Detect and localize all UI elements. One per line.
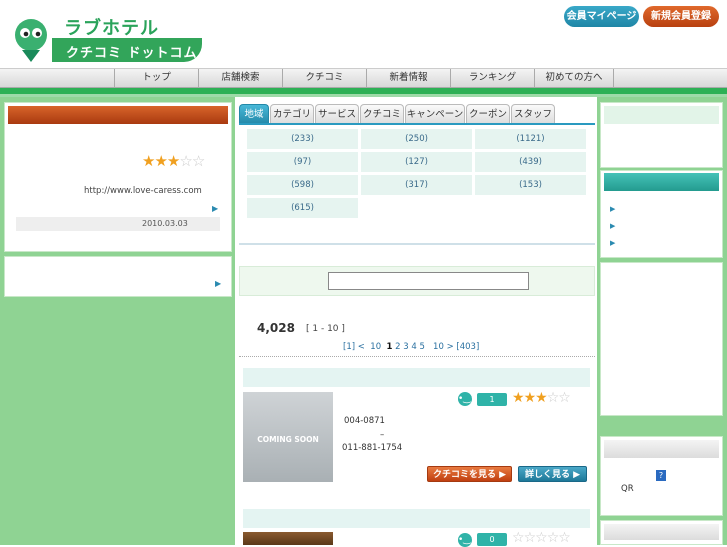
star-empty-icon: ☆ bbox=[523, 530, 537, 546]
star-empty-icon: ☆ bbox=[179, 152, 192, 170]
help-icon[interactable]: ? bbox=[656, 470, 666, 481]
region-cell[interactable]: (153) bbox=[475, 175, 586, 195]
qr-label: QR bbox=[621, 484, 634, 494]
region-cell[interactable]: (1121) bbox=[475, 129, 586, 149]
right-panel-5-header bbox=[604, 524, 719, 540]
star-empty-icon: ☆ bbox=[546, 530, 560, 546]
star-icon: ★ bbox=[166, 152, 180, 170]
link-arrow-icon[interactable]: ▶ bbox=[610, 239, 615, 247]
item-tel: 011-881-1754 bbox=[342, 443, 403, 453]
featured-panel-header bbox=[8, 106, 228, 124]
page-link[interactable]: 5 bbox=[420, 342, 425, 352]
main-nav: トップ 店舗検索 クチコミ 新着情報 ランキング 初めての方へ bbox=[0, 68, 727, 88]
featured-url[interactable]: http://www.love-caress.com bbox=[84, 186, 202, 196]
page-link[interactable]: 4 bbox=[411, 342, 416, 352]
logo-subtitle: クチコミ ドットコム bbox=[66, 46, 198, 61]
divider-dotted bbox=[239, 356, 595, 357]
star-empty-icon: ☆ bbox=[512, 530, 525, 546]
comment-icon: •‿• bbox=[458, 392, 476, 406]
nav-top[interactable]: トップ bbox=[114, 69, 198, 87]
page-ten-back[interactable]: 10 bbox=[370, 342, 381, 352]
item-rating: ★★★☆☆ bbox=[512, 390, 571, 406]
star-empty-icon: ☆ bbox=[535, 530, 548, 546]
tab-bar bbox=[239, 123, 595, 125]
pagination: [1] < 10 1 2 3 4 5 10 > [403] bbox=[343, 342, 479, 352]
region-cell[interactable]: (127) bbox=[361, 152, 472, 172]
page-ten-next[interactable]: 10 bbox=[433, 342, 444, 352]
region-cell[interactable]: (97) bbox=[247, 152, 358, 172]
page-next[interactable]: > bbox=[447, 342, 454, 352]
item-header[interactable] bbox=[243, 509, 590, 528]
link-arrow-icon[interactable]: ▶ bbox=[610, 222, 615, 230]
right-panel-2-header bbox=[604, 173, 719, 191]
star-empty-icon: ☆ bbox=[191, 152, 205, 170]
featured-arrow-icon[interactable]: ▶ bbox=[212, 204, 218, 213]
comment-count: 0 bbox=[477, 533, 507, 546]
register-button[interactable]: 新規会員登録 bbox=[643, 6, 719, 27]
tab-campaign[interactable]: キャンペーン bbox=[405, 104, 465, 124]
featured-date: 2010.03.03 bbox=[142, 219, 188, 228]
tab-kuchikomi[interactable]: クチコミ bbox=[360, 104, 404, 124]
region-cell[interactable]: (317) bbox=[361, 175, 472, 195]
item-rating: ☆☆☆☆☆ bbox=[512, 530, 571, 546]
right-panel-1-header bbox=[604, 106, 719, 124]
page-first[interactable]: [1] bbox=[343, 342, 355, 352]
region-cell[interactable]: (598) bbox=[247, 175, 358, 195]
tab-area[interactable]: 地域 bbox=[239, 104, 269, 124]
left-panel-2-arrow-icon[interactable]: ▶ bbox=[215, 279, 221, 288]
page-current: 1 bbox=[386, 342, 393, 352]
page-link[interactable]: 3 bbox=[403, 342, 408, 352]
view-kuchikomi-button[interactable]: クチコミを見る ▶ bbox=[427, 466, 512, 482]
nav-store-search[interactable]: 店舗検索 bbox=[198, 69, 282, 87]
item-thumbnail[interactable] bbox=[243, 532, 333, 545]
nav-kuchikomi[interactable]: クチコミ bbox=[282, 69, 366, 87]
mypage-button[interactable]: 会員マイページ bbox=[564, 6, 639, 27]
star-icon: ★ bbox=[154, 152, 167, 170]
page-link[interactable]: 2 bbox=[395, 342, 400, 352]
featured-rating: ★★★☆☆ bbox=[142, 152, 205, 170]
comment-count: 1 bbox=[477, 393, 507, 406]
star-empty-icon: ☆ bbox=[558, 530, 571, 546]
logo-title: ラブホテル bbox=[64, 18, 159, 39]
item-header[interactable] bbox=[243, 368, 590, 387]
search-input[interactable] bbox=[328, 272, 529, 290]
tab-staff[interactable]: スタッフ bbox=[511, 104, 555, 124]
star-icon: ★ bbox=[512, 390, 525, 406]
view-detail-button[interactable]: 詳しく見る ▶ bbox=[518, 466, 587, 482]
result-count: 4,028 bbox=[257, 321, 295, 335]
region-cell[interactable]: (439) bbox=[475, 152, 586, 172]
star-icon: ★ bbox=[142, 152, 155, 170]
page-last[interactable]: [403] bbox=[456, 342, 479, 352]
region-cell[interactable]: (233) bbox=[247, 129, 358, 149]
result-range: [ 1 - 10 ] bbox=[306, 324, 345, 334]
star-empty-icon: ☆ bbox=[546, 390, 560, 406]
link-arrow-icon[interactable]: ▶ bbox=[610, 205, 615, 213]
tab-category[interactable]: カテゴリ bbox=[270, 104, 314, 124]
item-address-dash: – bbox=[380, 430, 385, 440]
nav-beginners[interactable]: 初めての方へ bbox=[534, 69, 614, 87]
right-panel-3 bbox=[600, 262, 723, 416]
region-cell[interactable]: (250) bbox=[361, 129, 472, 149]
tab-coupon[interactable]: クーポン bbox=[466, 104, 510, 124]
tab-service[interactable]: サービス bbox=[315, 104, 359, 124]
star-icon: ★ bbox=[523, 390, 537, 406]
nav-news[interactable]: 新着情報 bbox=[366, 69, 450, 87]
left-panel-2 bbox=[4, 256, 232, 297]
nav-ranking[interactable]: ランキング bbox=[450, 69, 534, 87]
region-cell[interactable]: (615) bbox=[247, 198, 358, 218]
coming-soon-label: COMING SOON bbox=[257, 435, 319, 444]
mascot-icon bbox=[15, 19, 47, 62]
item-zip: 004-0871 bbox=[344, 416, 385, 426]
page-prev[interactable]: < bbox=[358, 342, 365, 352]
star-icon: ★ bbox=[535, 390, 548, 406]
star-empty-icon: ☆ bbox=[558, 390, 571, 406]
qr-panel-header bbox=[604, 440, 719, 458]
divider bbox=[239, 243, 595, 245]
featured-date-bar bbox=[16, 217, 220, 231]
